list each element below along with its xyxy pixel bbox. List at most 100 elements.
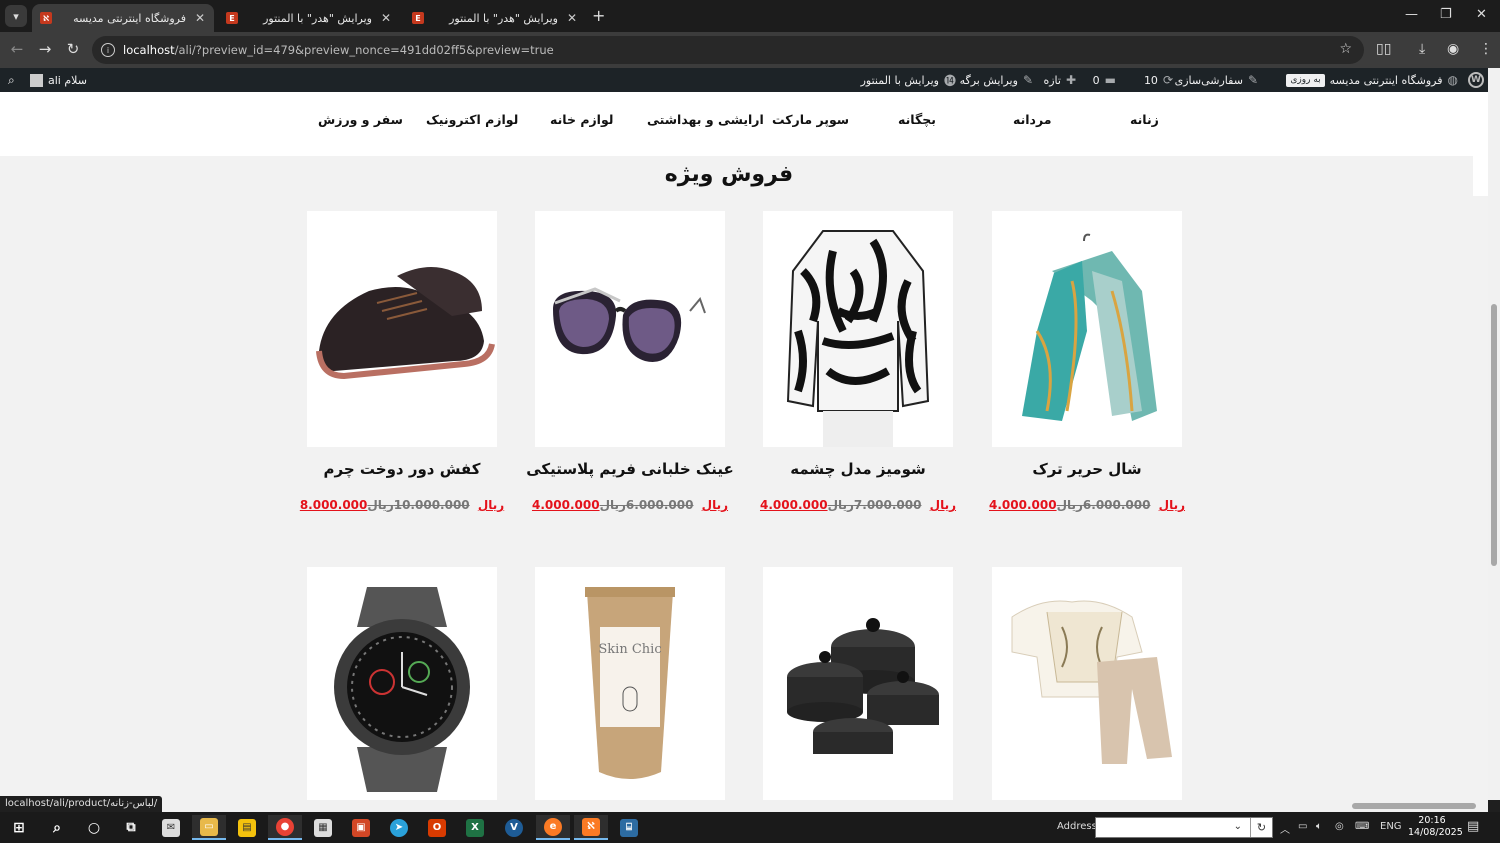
taskbar-app-calculator[interactable]: ⌸ <box>612 815 646 840</box>
menu-item-women[interactable]: زنانه <box>1130 112 1159 127</box>
taskbar-app-notes[interactable]: ▤ <box>230 815 264 840</box>
bookmark-star-icon[interactable]: ☆ <box>1339 41 1352 57</box>
tab-elementor-header-2[interactable]: E ویرایش "هدر" با المنتور ✕ <box>404 4 586 32</box>
product-image-skin-chic-tube[interactable]: Skin Chic <box>535 567 725 800</box>
menu-item-cosmetics[interactable]: ارایشی و بهداشتی <box>647 112 764 127</box>
taskbar-app-chrome[interactable]: ● <box>268 815 302 840</box>
close-icon[interactable]: ✕ <box>194 11 206 25</box>
edit-elementor-link[interactable]: ⓮ ویرایش با المنتور <box>861 68 956 92</box>
taskbar-app-office[interactable]: O <box>420 815 454 840</box>
windows-logo-icon: ⊞ <box>13 819 25 836</box>
tab-search-chevron-icon[interactable]: ▾ <box>5 5 27 27</box>
site-name-link[interactable]: ◍ فروشگاه اینترنتی مدیسه به روزی <box>1286 68 1458 92</box>
restore-icon[interactable]: ❐ <box>1440 7 1452 22</box>
go-refresh-icon[interactable]: ↻ <box>1250 818 1272 837</box>
task-view-button[interactable]: ⧉ <box>114 815 148 840</box>
forward-arrow-icon[interactable]: → <box>35 40 55 58</box>
pencil-icon: ✎ <box>1022 73 1033 87</box>
address-toolbar-input[interactable]: ⌄ ↻ <box>1095 817 1273 838</box>
volume-icon[interactable]: 🔈︎ <box>1316 821 1322 832</box>
scroll-thumb[interactable] <box>1491 304 1497 566</box>
reading-mode-icon[interactable]: ▯▯ <box>1376 41 1391 57</box>
battery-icon[interactable]: ▭ <box>1298 821 1307 832</box>
xampp-icon: ℵ <box>582 817 600 836</box>
product-name[interactable]: عینک خلبانی فریم پلاستیکی <box>510 460 750 478</box>
network-globe-icon[interactable]: ◎ <box>1335 821 1344 832</box>
close-icon[interactable]: ✕ <box>566 11 578 25</box>
product-image-scarf[interactable] <box>992 211 1182 447</box>
tab-title: ویرایش "هدر" با المنتور <box>449 11 558 25</box>
tab-elementor-header-1[interactable]: E ویرایش "هدر" با المنتور ✕ <box>218 4 400 32</box>
cortana-button[interactable]: ○ <box>77 815 111 840</box>
minimize-icon[interactable]: — <box>1405 7 1418 22</box>
menu-item-travel-sport[interactable]: سفر و ورزش <box>318 112 403 127</box>
taskbar-app-excel[interactable]: X <box>458 815 492 840</box>
dashboard-icon: ◍ <box>1447 73 1458 87</box>
product-name[interactable]: شال حریر ترک <box>967 460 1207 478</box>
customize-link[interactable]: ✎ سفارشی‌سازی <box>1175 68 1258 92</box>
tab-active-store[interactable]: ℵ فروشگاه اینترنتی مدیسه ✕ <box>32 4 214 32</box>
product-image-leather-shoes[interactable] <box>307 211 497 447</box>
profile-icon[interactable]: ◉ <box>1447 41 1459 57</box>
back-arrow-icon[interactable]: ← <box>7 40 27 58</box>
site-info-icon[interactable]: i <box>101 43 115 57</box>
address-bar[interactable]: i localhost/ali/?preview_id=479&preview_… <box>92 36 1364 64</box>
brush-icon: ✎ <box>1247 73 1258 87</box>
updates-icon: ⟳ <box>1162 73 1173 87</box>
taskbar-app-mail[interactable]: ✉ <box>154 815 188 840</box>
notification-center-icon[interactable]: ▤ <box>1467 819 1479 834</box>
menu-item-electronics[interactable]: لوازم اکترونیک <box>426 112 518 127</box>
menu-item-kids[interactable]: بچگانه <box>898 112 936 127</box>
chevron-down-icon[interactable]: ⌄ <box>1234 821 1242 832</box>
product-price: 4.000.000 ریال 6.000.000ریال <box>510 498 750 512</box>
tray-overflow-chevron-icon[interactable]: ︿ <box>1280 821 1290 836</box>
edit-page-label: ویرایش برگه <box>959 73 1018 87</box>
excel-icon: X <box>466 818 484 837</box>
product-image-smart-watch[interactable] <box>307 567 497 800</box>
menu-item-men[interactable]: مردانه <box>1013 112 1052 127</box>
taskbar-app-store[interactable]: ▦ <box>306 815 340 840</box>
reload-icon[interactable]: ↻ <box>63 40 83 58</box>
horizontal-scrollbar[interactable] <box>0 800 1488 812</box>
language-indicator[interactable]: ENG <box>1380 821 1402 832</box>
taskbar-app-xampp[interactable]: ℵ <box>574 815 608 840</box>
search-button[interactable]: ⌕ <box>40 815 74 840</box>
taskbar-app-telegram[interactable]: ➤ <box>382 815 416 840</box>
account-link[interactable]: سلام ali <box>30 68 87 92</box>
close-icon[interactable]: ✕ <box>380 11 392 25</box>
scroll-thumb[interactable] <box>1352 803 1476 809</box>
updates-link[interactable]: ⟳ 10 <box>1144 68 1173 92</box>
product-image-cookware-set[interactable] <box>763 567 953 800</box>
menu-item-supermarket[interactable]: سوپر مارکت <box>772 112 849 127</box>
plus-icon: ✚ <box>1065 73 1076 87</box>
window-close-icon[interactable]: ✕ <box>1476 7 1487 22</box>
taskbar-app-xampp-control[interactable]: e <box>536 815 570 840</box>
keyboard-icon[interactable]: ⌨ <box>1355 821 1369 832</box>
edit-page-link[interactable]: ✎ ویرایش برگه <box>960 68 1033 92</box>
product-image-kids-outfit[interactable] <box>992 567 1182 800</box>
start-button[interactable]: ⊞ <box>2 815 36 840</box>
download-icon[interactable]: ⤓ <box>1419 41 1425 57</box>
search-link[interactable]: ⌕ <box>8 68 15 92</box>
side-strip <box>1473 156 1488 196</box>
menu-kebab-icon[interactable]: ⋮ <box>1479 41 1493 57</box>
product-image-zebra-blouse[interactable] <box>763 211 953 447</box>
taskbar-app-vscode[interactable]: V <box>497 815 531 840</box>
system-clock[interactable]: 20:16 14/08/2025 <box>1408 815 1463 839</box>
taskbar-app-explorer[interactable]: ▭ <box>192 815 226 840</box>
taskbar-app-powerpoint-viewer[interactable]: ▣ <box>344 815 378 840</box>
comments-link[interactable]: ▬ 0 <box>1093 68 1116 92</box>
updates-count: 10 <box>1143 73 1158 87</box>
presentation-icon: ▣ <box>352 818 370 837</box>
wp-logo[interactable]: W <box>1468 68 1484 92</box>
cortana-circle-icon: ○ <box>87 819 101 836</box>
new-content-link[interactable]: ✚ تازه <box>1043 68 1076 92</box>
vertical-scrollbar[interactable] <box>1488 68 1500 800</box>
new-tab-plus-icon[interactable]: + <box>592 6 605 25</box>
page-viewport: زنانه مردانه بچگانه سوپر مارکت ارایشی و … <box>0 92 1488 800</box>
menu-item-home-appliances[interactable]: لوازم خانه <box>550 112 614 127</box>
product-name[interactable]: کفش دور دوخت چرم <box>282 460 522 478</box>
original-price: 6.000.000ریال <box>1056 498 1151 512</box>
product-name[interactable]: شومیز مدل چشمه <box>738 460 978 478</box>
product-image-sunglasses[interactable] <box>535 211 725 447</box>
